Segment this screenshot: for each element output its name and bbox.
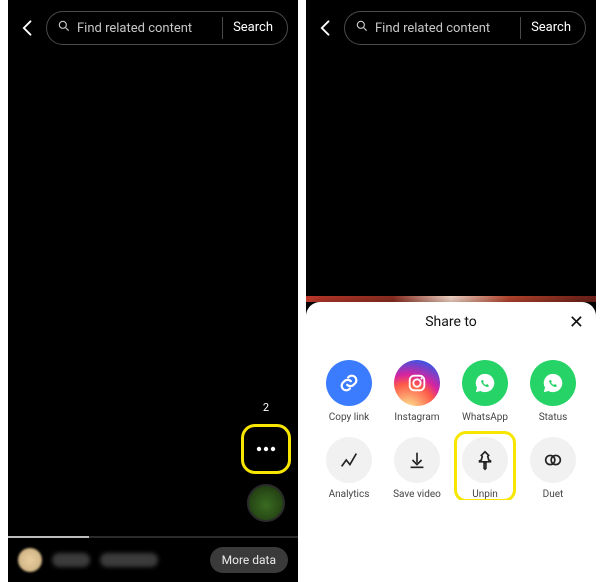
util-analytics[interactable]: Analytics (324, 437, 374, 500)
whatsapp-status-icon (530, 360, 576, 406)
download-icon (394, 437, 440, 483)
author-avatar[interactable] (18, 548, 42, 572)
top-bar: Find related content Search (306, 0, 596, 46)
duet-icon (530, 437, 576, 483)
tile-label: Analytics (329, 489, 370, 500)
share-apps-row[interactable]: Copy link Instagram WhatsApp (306, 342, 596, 423)
screenshot-left: Find related content Search 2 More data (8, 0, 298, 582)
share-status[interactable]: Status (528, 360, 578, 423)
search-bar[interactable]: Find related content Search (46, 11, 288, 45)
analytics-icon (326, 437, 372, 483)
highlight-more (241, 424, 291, 474)
share-sheet-header: Share to ✕ (306, 302, 596, 342)
right-action-rail: 2 (244, 401, 288, 522)
share-utils-row[interactable]: Analytics Save video Unpin (306, 423, 596, 500)
back-icon[interactable] (316, 18, 336, 38)
instagram-icon (394, 360, 440, 406)
tile-label: Unpin (472, 489, 498, 500)
util-duet[interactable]: Duet (528, 437, 578, 500)
caption-row: More data (8, 538, 298, 582)
share-copy-link[interactable]: Copy link (324, 360, 374, 423)
search-placeholder: Find related content (375, 21, 520, 36)
search-icon (57, 19, 71, 37)
screenshot-right: Find related content Search Share to ✕ C… (306, 0, 596, 582)
more-options-button[interactable] (246, 429, 286, 469)
tile-label: Status (539, 412, 568, 423)
sound-disc-icon[interactable] (247, 484, 285, 522)
top-bar: Find related content Search (8, 0, 298, 46)
close-icon[interactable]: ✕ (569, 312, 584, 333)
more-data-button[interactable]: More data (210, 547, 288, 573)
tile-label: Copy link (329, 412, 369, 423)
whatsapp-icon (462, 360, 508, 406)
back-icon[interactable] (18, 18, 38, 38)
pin-icon (462, 437, 508, 483)
tile-label: WhatsApp (462, 412, 508, 423)
search-placeholder: Find related content (77, 21, 222, 36)
share-count: 2 (263, 401, 269, 414)
caption-blurred (100, 553, 158, 567)
search-icon (355, 19, 369, 37)
search-button[interactable]: Search (222, 17, 283, 39)
tile-label: Save video (393, 489, 441, 500)
search-button[interactable]: Search (520, 17, 581, 39)
share-sheet: Share to ✕ Copy link Instagram (306, 302, 596, 582)
share-sheet-title: Share to (425, 314, 477, 330)
search-bar[interactable]: Find related content Search (344, 11, 586, 45)
author-name-blurred (52, 553, 90, 567)
util-unpin[interactable]: Unpin (460, 437, 510, 500)
share-instagram[interactable]: Instagram (392, 360, 442, 423)
util-save-video[interactable]: Save video (392, 437, 442, 500)
tile-label: Instagram (394, 412, 439, 423)
tile-label: Duet (543, 489, 564, 500)
link-icon (326, 360, 372, 406)
share-whatsapp[interactable]: WhatsApp (460, 360, 510, 423)
